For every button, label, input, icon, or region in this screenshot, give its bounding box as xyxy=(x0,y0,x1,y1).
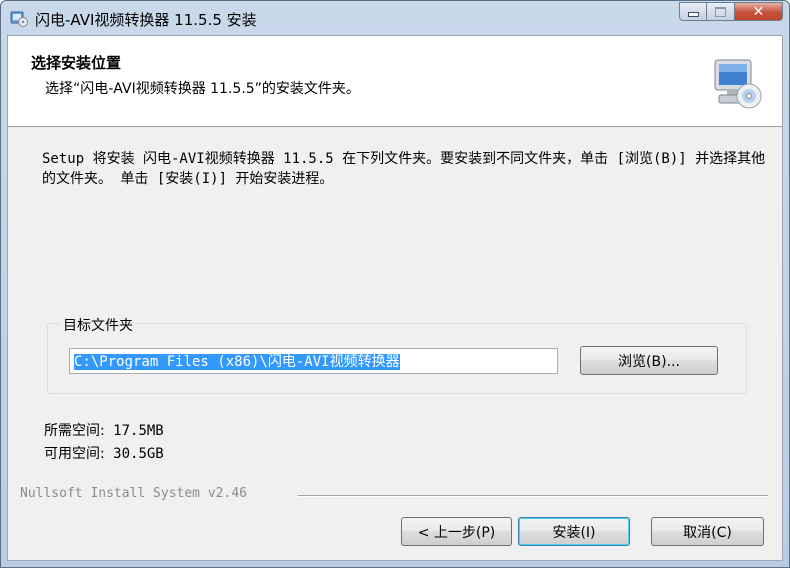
caption-buttons: ✕ xyxy=(679,2,783,22)
minimize-icon xyxy=(687,12,699,17)
space-required-label: 所需空间: xyxy=(44,423,105,439)
page-header: 选择安装位置 选择“闪电-AVI视频转换器 11.5.5”的安装文件夹。 xyxy=(8,36,782,127)
install-description: Setup 将安装 闪电-AVI视频转换器 11.5.5 在下列文件夹。要安装到… xyxy=(42,151,766,187)
destination-group-label: 目标文件夹 xyxy=(59,315,137,335)
back-button[interactable]: < 上一步(P) xyxy=(401,517,512,546)
install-path-input[interactable]: C:\Program Files (x86)\闪电-AVI视频转换器 xyxy=(69,348,558,374)
close-button[interactable]: ✕ xyxy=(735,2,783,21)
space-available-value: 30.5GB xyxy=(113,446,164,462)
install-path-value: C:\Program Files (x86)\闪电-AVI视频转换器 xyxy=(74,354,400,370)
space-available: 可用空间: 30.5GB xyxy=(44,443,164,463)
maximize-icon xyxy=(715,6,726,17)
window-title: 闪电-AVI视频转换器 11.5.5 安装 xyxy=(35,11,257,29)
installer-icon xyxy=(10,11,28,27)
install-button[interactable]: 安装(I) xyxy=(518,517,630,546)
space-required: 所需空间: 17.5MB xyxy=(44,420,164,440)
space-available-label: 可用空间: xyxy=(44,446,105,462)
installer-window: 闪电-AVI视频转换器 11.5.5 安装 ✕ 选择安装位置 选择“闪电-AVI… xyxy=(0,0,790,568)
browse-button[interactable]: 浏览(B)... xyxy=(580,346,718,375)
branding-divider xyxy=(298,495,768,497)
page-title: 选择安装位置 xyxy=(31,54,122,72)
nsis-branding: Nullsoft Install System v2.46 xyxy=(20,486,247,501)
title-bar[interactable]: 闪电-AVI视频转换器 11.5.5 安装 ✕ xyxy=(1,1,789,35)
minimize-button[interactable] xyxy=(679,2,707,21)
page-subtitle: 选择“闪电-AVI视频转换器 11.5.5”的安装文件夹。 xyxy=(45,81,360,97)
close-icon: ✕ xyxy=(752,3,765,20)
cancel-button[interactable]: 取消(C) xyxy=(651,517,764,546)
dialog-client-area: 选择安装位置 选择“闪电-AVI视频转换器 11.5.5”的安装文件夹。 Set… xyxy=(7,35,783,561)
computer-cd-icon xyxy=(714,59,762,109)
maximize-button xyxy=(707,2,735,21)
space-required-value: 17.5MB xyxy=(113,423,164,439)
